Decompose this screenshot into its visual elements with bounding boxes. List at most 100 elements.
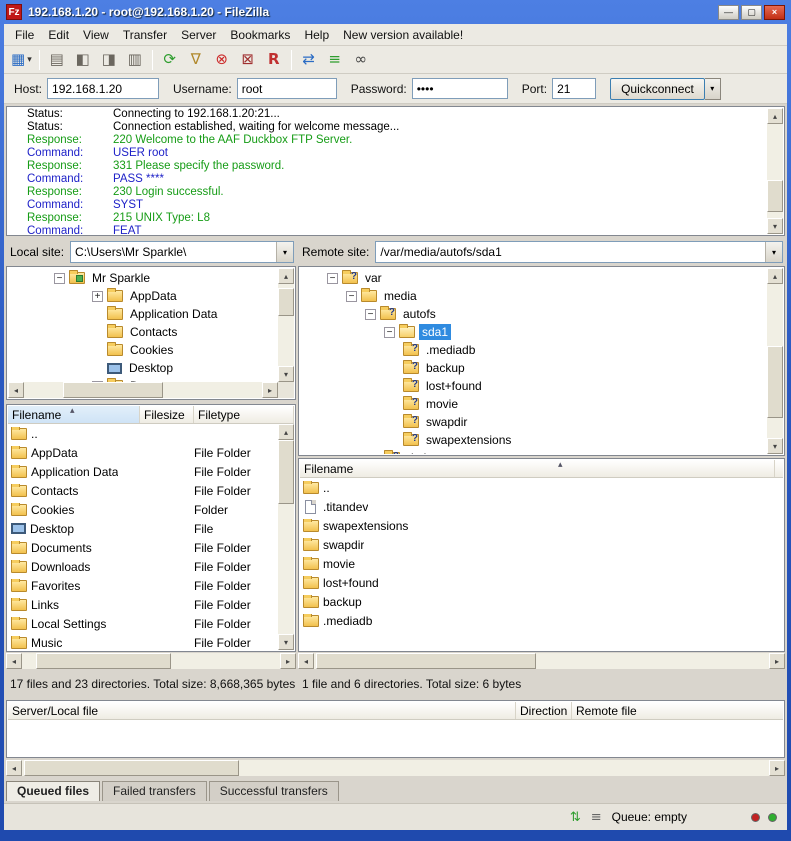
column-header-filesize[interactable]: Filesize [140, 406, 194, 423]
remote-list-horizontal-scrollbar[interactable]: ◂ ▸ [298, 653, 785, 669]
tree-item-swapdir[interactable]: swapdir [300, 413, 767, 431]
file-row-movie[interactable]: movie [300, 554, 783, 573]
find-files-button[interactable]: ∞ [348, 48, 374, 72]
tree-item-media[interactable]: −media [300, 287, 767, 305]
tree-item-var[interactable]: −var [300, 269, 767, 287]
quickconnect-dropdown-button[interactable]: ▾ [705, 78, 721, 100]
password-input[interactable] [412, 78, 508, 99]
directory-comparison-button[interactable]: ⇄ [296, 48, 322, 72]
scrollbar-thumb[interactable] [63, 382, 163, 398]
scroll-right-button[interactable]: ▸ [769, 760, 785, 776]
scroll-left-button[interactable]: ◂ [298, 653, 314, 669]
file-row-mediadb[interactable]: .mediadb [300, 611, 783, 630]
menu-transfer[interactable]: Transfer [116, 26, 174, 44]
tree-item-mr-sparkle[interactable]: −Mr Sparkle [8, 269, 278, 287]
tab-failed-transfers[interactable]: Failed transfers [102, 781, 207, 801]
chevron-down-icon[interactable]: ▾ [276, 242, 293, 262]
menu-server[interactable]: Server [174, 26, 223, 44]
speed-limits-icon[interactable]: ⇅ [570, 810, 581, 825]
file-row-titandev[interactable]: .titandev [300, 497, 783, 516]
tree-item-desktop[interactable]: Desktop [8, 359, 278, 377]
tree-expander[interactable]: − [54, 273, 65, 284]
scroll-down-button[interactable]: ▾ [278, 366, 294, 382]
scroll-left-button[interactable]: ◂ [6, 760, 22, 776]
scrollbar-thumb[interactable] [316, 653, 536, 669]
tree-item-contacts[interactable]: Contacts [8, 323, 278, 341]
title-bar[interactable]: Fz 192.168.1.20 - root@192.168.1.20 - Fi… [0, 0, 791, 24]
cancel-button[interactable]: ⊗ [209, 48, 235, 72]
tree-item-appdata[interactable]: +AppData [8, 287, 278, 305]
remote-path-combo[interactable]: /var/media/autofs/sda1 ▾ [375, 241, 783, 263]
close-button[interactable]: × [764, 5, 785, 20]
file-row-up[interactable]: .. [8, 424, 278, 443]
file-row-swapextensions[interactable]: swapextensions [300, 516, 783, 535]
menu-new-version-available[interactable]: New version available! [336, 26, 470, 44]
scroll-up-button[interactable]: ▴ [767, 108, 783, 124]
scroll-left-button[interactable]: ◂ [6, 653, 22, 669]
scrollbar-thumb[interactable] [24, 760, 239, 776]
local-treeview-button[interactable]: ◧ [70, 48, 96, 72]
tree-item-sda1[interactable]: −sda1 [300, 323, 767, 341]
file-row-backup[interactable]: backup [300, 592, 783, 611]
tree-item-swapextensions[interactable]: swapextensions [300, 431, 767, 449]
scrollbar-thumb[interactable] [767, 180, 783, 212]
scroll-down-button[interactable]: ▾ [767, 438, 783, 454]
scroll-left-button[interactable]: ◂ [8, 382, 24, 398]
scroll-down-button[interactable]: ▾ [767, 218, 783, 234]
file-row-swapdir[interactable]: swapdir [300, 535, 783, 554]
menu-bookmarks[interactable]: Bookmarks [223, 26, 297, 44]
local-list-horizontal-scrollbar[interactable]: ◂ ▸ [6, 653, 296, 669]
file-row-music[interactable]: MusicFile Folder [8, 633, 278, 650]
filter-button[interactable]: ∇ [183, 48, 209, 72]
port-input[interactable] [552, 78, 596, 99]
scroll-up-button[interactable]: ▴ [278, 268, 294, 284]
tree-item-application-data[interactable]: Application Data [8, 305, 278, 323]
file-row-up[interactable]: .. [300, 478, 783, 497]
file-row-favorites[interactable]: FavoritesFile Folder [8, 576, 278, 595]
file-row-lost-found[interactable]: lost+found [300, 573, 783, 592]
scrollbar-thumb[interactable] [278, 440, 294, 504]
menu-help[interactable]: Help [297, 26, 336, 44]
message-log-button[interactable]: ▤ [44, 48, 70, 72]
tree-item-mediadb[interactable]: .mediadb [300, 341, 767, 359]
column-header-direction[interactable]: Direction [516, 702, 572, 719]
scroll-right-button[interactable]: ▸ [280, 653, 296, 669]
quickconnect-button[interactable]: Quickconnect [610, 78, 705, 100]
tree-expander[interactable]: − [346, 291, 357, 302]
file-row-local-settings[interactable]: Local SettingsFile Folder [8, 614, 278, 633]
local-list-vertical-scrollbar[interactable]: ▴ ▾ [278, 424, 294, 650]
local-path-combo[interactable]: C:\Users\Mr Sparkle\ ▾ [70, 241, 294, 263]
username-input[interactable] [237, 78, 337, 99]
scroll-up-button[interactable]: ▴ [767, 268, 783, 284]
file-row-documents[interactable]: DocumentsFile Folder [8, 538, 278, 557]
scroll-down-button[interactable]: ▾ [278, 634, 294, 650]
queue-horizontal-scrollbar[interactable]: ◂ ▸ [6, 760, 785, 776]
scrollbar-thumb[interactable] [278, 288, 294, 316]
scroll-right-button[interactable]: ▸ [769, 653, 785, 669]
local-tree-vertical-scrollbar[interactable]: ▴ ▾ [278, 268, 294, 382]
synchronized-browsing-button[interactable]: ≡ [322, 48, 348, 72]
directory-listing-filter-icon[interactable]: ≡ [591, 810, 602, 825]
menu-file[interactable]: File [8, 26, 41, 44]
menu-edit[interactable]: Edit [41, 26, 76, 44]
column-header-filetype[interactable]: Filetype [194, 406, 294, 423]
tree-item-dvd[interactable]: dvd [300, 449, 767, 454]
file-row-application-data[interactable]: Application DataFile Folder [8, 462, 278, 481]
column-header-server-local-file[interactable]: Server/Local file [8, 702, 516, 719]
column-header-remote-file[interactable]: Remote file [572, 702, 783, 719]
tree-item-movie[interactable]: movie [300, 395, 767, 413]
tree-expander[interactable]: − [365, 309, 376, 320]
local-tree-horizontal-scrollbar[interactable]: ◂ ▸ [8, 382, 278, 398]
column-header-filename[interactable]: Filename ▴ [300, 460, 775, 477]
tab-queued-files[interactable]: Queued files [6, 781, 100, 801]
tree-expander[interactable]: − [327, 273, 338, 284]
file-row-cookies[interactable]: CookiesFolder [8, 500, 278, 519]
remote-treeview-button[interactable]: ◨ [96, 48, 122, 72]
site-manager-button[interactable]: ▦▾ [8, 48, 35, 72]
maximize-button[interactable]: ▢ [741, 5, 762, 20]
column-header-filename[interactable]: Filename ▴ [8, 406, 140, 423]
refresh-button[interactable]: ⟳ [157, 48, 183, 72]
tree-expander[interactable]: − [384, 327, 395, 338]
tree-item-autofs[interactable]: −autofs [300, 305, 767, 323]
scroll-up-button[interactable]: ▴ [278, 424, 294, 440]
